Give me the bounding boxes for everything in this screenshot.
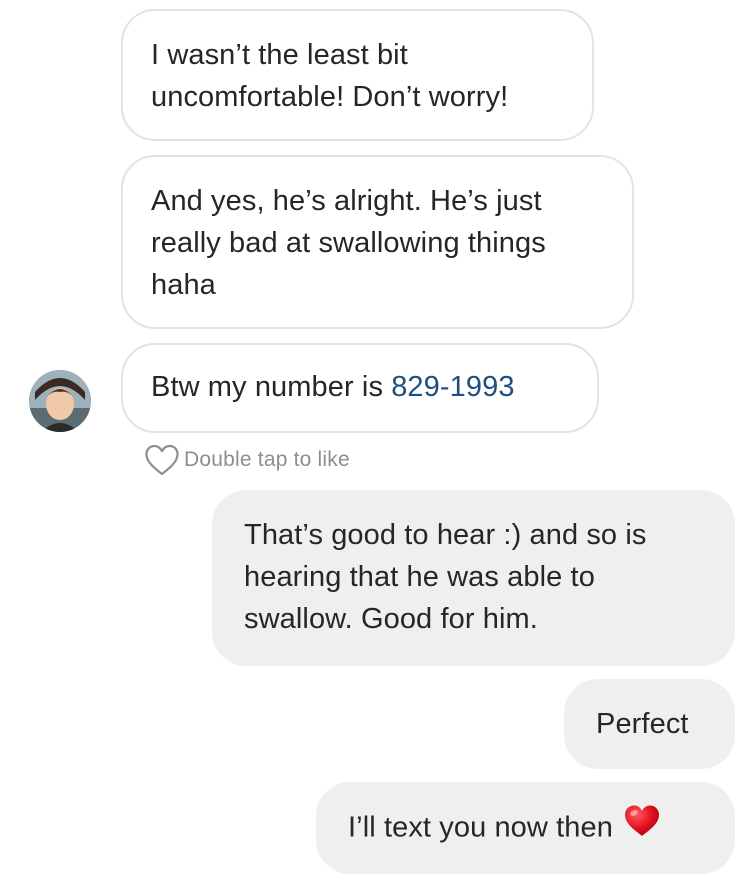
incoming-message-bubble[interactable]: And yes, he’s alright. He’s just really … (121, 155, 634, 329)
outgoing-message-bubble[interactable]: I’ll text you now then (316, 782, 735, 874)
message-text: I’ll text you now then (348, 811, 613, 844)
outgoing-message-bubble[interactable]: That’s good to hear :) and so is hearing… (212, 490, 735, 666)
message-text: Perfect (596, 708, 689, 740)
incoming-message-bubble[interactable]: Btw my number is 829-1993 (121, 343, 599, 433)
outgoing-message-bubble[interactable]: Perfect (564, 679, 735, 769)
message-text-line: I wasn’t the least bit (151, 39, 408, 71)
message-text-line: hearing that he was able to (244, 561, 595, 593)
message-text-line: That’s good to hear :) and so is (244, 519, 647, 551)
message-text-line: uncomfortable! Don’t worry! (151, 81, 509, 113)
message-text-line: really bad at swallowing things (151, 227, 546, 259)
red-heart-emoji-icon (623, 804, 661, 850)
message-text-line: And yes, he’s alright. He’s just (151, 185, 542, 217)
like-hint-row[interactable]: Double tap to like (144, 442, 350, 478)
heart-outline-icon[interactable] (144, 444, 180, 476)
avatar-photo (29, 370, 91, 432)
phone-number-link[interactable]: 829-1993 (391, 371, 514, 403)
message-text: Btw my number is (151, 371, 392, 403)
incoming-message-bubble[interactable]: I wasn’t the least bit uncomfortable! Do… (121, 9, 594, 141)
message-text-line: haha (151, 269, 216, 301)
like-hint-text: Double tap to like (184, 448, 350, 471)
message-text-line: swallow. Good for him. (244, 603, 538, 635)
sender-avatar[interactable] (29, 370, 91, 432)
